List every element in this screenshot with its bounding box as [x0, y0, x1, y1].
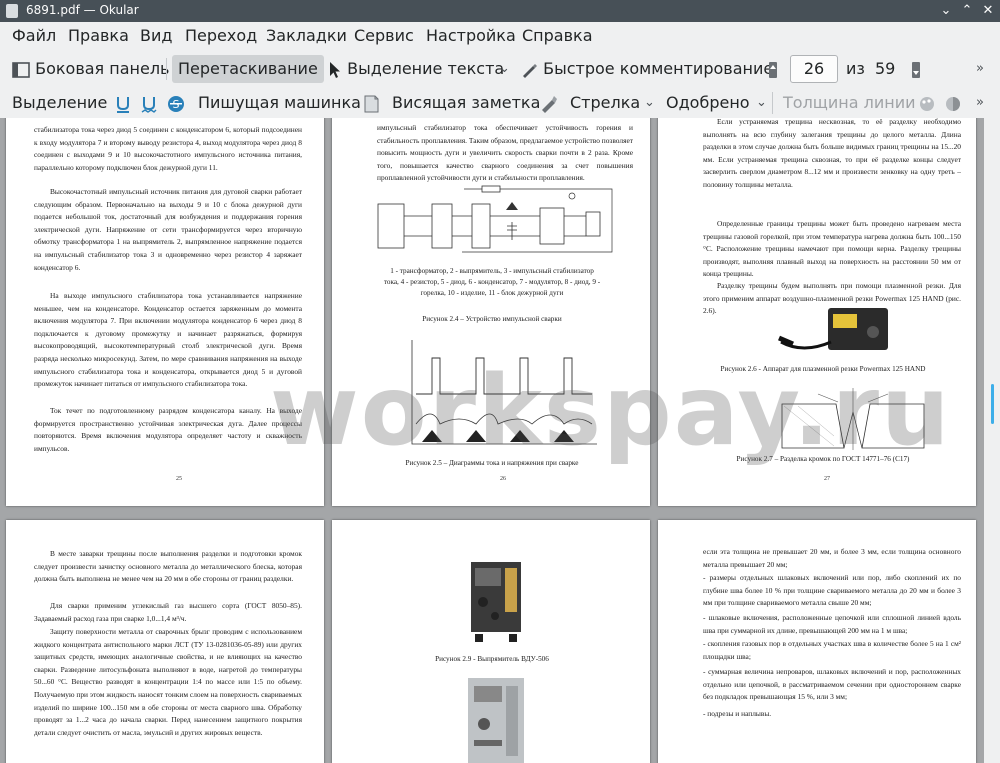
paragraph: Определенные границы трещины может быть …: [703, 219, 961, 279]
close-icon[interactable]: ✕: [979, 2, 997, 20]
scrollbar-thumb[interactable]: [991, 384, 994, 424]
current-voltage-diagram: [411, 340, 597, 445]
next-page-icon[interactable]: [911, 61, 921, 79]
paragraph: импульсный стабилизатор тока обеспечивае…: [377, 123, 633, 183]
main-toolbar: Боковая панель Перетаскивание Выделение …: [0, 52, 1000, 86]
figure-caption: Рисунок 2.6 - Аппарат для плазменной рез…: [720, 365, 926, 373]
minimize-icon[interactable]: ⌄: [937, 2, 955, 20]
line-width-button[interactable]: Толщина линии: [783, 89, 916, 117]
quick-comment-label: Быстрое комментирование: [543, 59, 774, 78]
toolbar-separator: [772, 92, 773, 114]
page-26: импульсный стабилизатор тока обеспечивае…: [332, 118, 650, 506]
underline-icon[interactable]: [115, 95, 131, 113]
document-view[interactable]: стабилизатора тока через диод 5 соединен…: [0, 118, 1000, 763]
page-29: Рисунок 2.9 - Выпрямитель ВДУ-506: [332, 520, 650, 763]
sticky-note-button[interactable]: Висящая заметка: [392, 89, 540, 117]
figure-legend: 1 - трансформатор, 2 - выпрямитель, 3 - …: [383, 267, 601, 297]
opacity-icon[interactable]: [944, 95, 962, 113]
page-number: 27: [824, 476, 830, 482]
figure-caption: Рисунок 2.4 – Устройство импульсной свар…: [422, 315, 562, 323]
page-25: стабилизатора тока через диод 5 соединен…: [6, 118, 324, 506]
page-27: Если устраняемая трещина несквозная, то …: [658, 118, 976, 506]
menu-view[interactable]: Вид: [140, 26, 172, 45]
annotation-toolbar: Выделение S Пишущая машинка Висящая заме…: [0, 86, 1000, 120]
plasma-cutter-image: [778, 308, 888, 350]
paragraph: Для сварки применим углекислый газ высше…: [34, 601, 302, 623]
paragraph: На выходе импульсного стабилизатора тока…: [34, 291, 302, 389]
list-item: - подрезы и наплывы.: [703, 709, 772, 718]
squiggle-icon[interactable]: [141, 95, 157, 113]
list-item: - скопления газовых пор в отдельных учас…: [703, 639, 961, 661]
app-icon: [6, 4, 18, 18]
typewriter-button[interactable]: Пишущая машинка: [198, 89, 361, 117]
figure-caption: Рисунок 2.9 - Выпрямитель ВДУ-506: [435, 655, 549, 663]
approved-stamp-button[interactable]: Одобрено: [666, 89, 750, 117]
window-title: 6891.pdf — Okular: [26, 3, 139, 17]
paragraph: Если устраняемая трещина несквозная, то …: [703, 118, 961, 189]
overflow-icon[interactable]: »: [976, 89, 984, 117]
menu-go[interactable]: Переход: [185, 26, 257, 45]
maximize-icon[interactable]: ⌃: [958, 2, 976, 20]
previous-page-icon[interactable]: [768, 61, 778, 79]
arrow-dropdown-icon[interactable]: ⌄: [644, 89, 655, 117]
stamp-dropdown-icon[interactable]: ⌄: [756, 89, 767, 117]
sidebar-button[interactable]: Боковая панель: [12, 55, 169, 83]
menu-file[interactable]: Файл: [12, 26, 56, 45]
page-30: если эта толщина не превышает 20 мм, и б…: [658, 520, 976, 763]
page-of-label: из: [846, 59, 865, 78]
strikeout-icon[interactable]: S: [167, 94, 185, 114]
page-number-input[interactable]: 26: [790, 55, 838, 83]
menu-edit[interactable]: Правка: [68, 26, 129, 45]
text-select-label: Выделение текста: [347, 59, 505, 78]
figure-caption: Рисунок 2.7 – Разделка кромок по ГОСТ 14…: [736, 455, 910, 463]
title-bar: 6891.pdf — Okular ⌄ ⌃ ✕: [0, 0, 1000, 22]
menu-bar: Файл Правка Вид Переход Закладки Сервис …: [0, 22, 1000, 50]
list-item: - размеры отдельных шлаковых включений и…: [703, 573, 961, 608]
paragraph: Ток течет по подготовленному разрядом ко…: [34, 406, 302, 453]
paragraph: стабилизатора тока через диод 5 соединен…: [34, 125, 302, 172]
page-number: 25: [176, 476, 182, 482]
menu-tools[interactable]: Сервис: [354, 26, 414, 45]
color-picker-icon[interactable]: [918, 95, 936, 113]
sticky-note-icon[interactable]: [363, 94, 379, 114]
drag-mode-button[interactable]: Перетаскивание: [172, 55, 324, 83]
highlight-button[interactable]: Выделение: [12, 89, 107, 117]
toolbar-separator: [166, 58, 167, 80]
circuit-diagram: [377, 185, 613, 253]
sidebar-icon: [12, 61, 30, 78]
page-number: 26: [500, 476, 506, 482]
list-item: если эта толщина не превышает 20 мм, и б…: [703, 547, 961, 569]
pen-icon: [523, 63, 537, 78]
menu-bookmarks[interactable]: Закладки: [266, 26, 347, 45]
menu-settings[interactable]: Настройка: [426, 26, 516, 45]
figure-caption: Рисунок 2.5 – Диаграммы тока и напряжени…: [405, 459, 579, 467]
paragraph: Защиту поверхности металла от сварочных …: [34, 627, 302, 737]
paragraph: Высокочастотный импульсный источник пита…: [34, 187, 302, 272]
vertical-scrollbar[interactable]: [984, 118, 1000, 763]
arrow-button[interactable]: Стрелка: [570, 89, 640, 117]
page-28: В месте заварки трещины после выполнения…: [6, 520, 324, 763]
menu-help[interactable]: Справка: [522, 26, 593, 45]
quick-comment-button[interactable]: Быстрое комментирование: [520, 55, 773, 83]
weld-groove-drawing: [781, 388, 925, 450]
list-item: - суммарная величина непроваров, шлаковы…: [703, 667, 961, 702]
text-select-button[interactable]: Выделение текста: [328, 55, 504, 83]
page-total: 59: [875, 59, 896, 78]
list-item: - шлаковые включения, расположенные цепо…: [703, 613, 961, 635]
cursor-icon: [330, 61, 340, 78]
sidebar-label: Боковая панель: [35, 59, 170, 78]
chevron-down-icon[interactable]: ⌄: [499, 55, 510, 83]
rectifier-image: [471, 562, 521, 642]
overflow-icon[interactable]: »: [976, 55, 984, 83]
stamp-icon[interactable]: [538, 94, 558, 114]
welding-unit-image: [468, 678, 524, 763]
paragraph: В месте заварки трещины после выполнения…: [34, 549, 302, 584]
